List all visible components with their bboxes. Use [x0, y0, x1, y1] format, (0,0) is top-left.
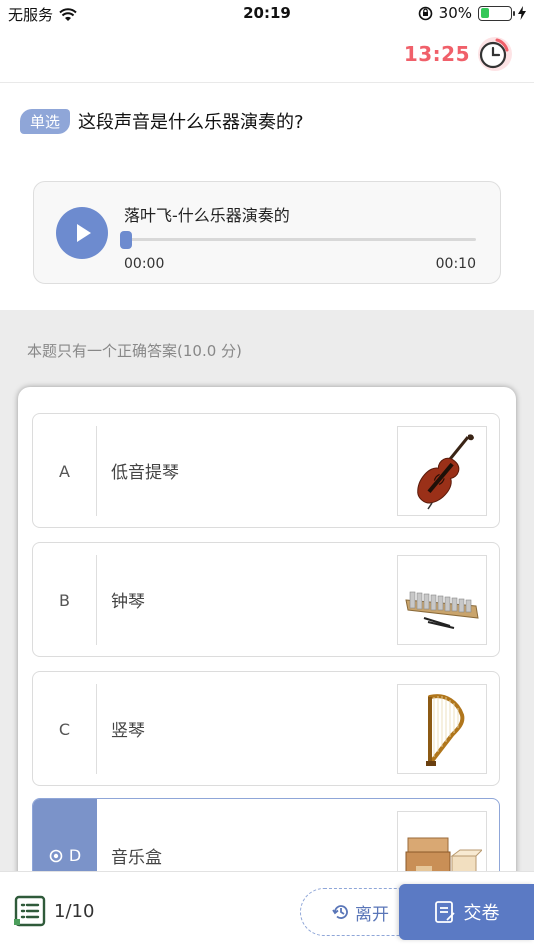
option-c[interactable]: C 竖琴 [32, 671, 500, 786]
harp-image [397, 684, 487, 774]
submit-document-icon [434, 901, 455, 923]
status-right: 30% [418, 4, 526, 22]
audio-current-time: 00:00 [124, 256, 165, 272]
page-indicator: 1/10 [54, 901, 95, 922]
battery-icon [478, 5, 515, 21]
audio-progress-thumb[interactable] [120, 231, 133, 249]
question-list-icon[interactable] [14, 895, 46, 927]
option-letter: B [33, 555, 97, 645]
leave-label: 离开 [355, 904, 389, 925]
option-b[interactable]: B 钟琴 [32, 542, 500, 657]
battery-level [480, 8, 490, 18]
status-bar: 无服务 20:19 30% [0, 0, 534, 28]
orientation-lock-icon [418, 6, 432, 20]
audio-player: 落叶飞-什么乐器演奏的 00:00 00:10 [33, 181, 501, 284]
audio-title: 落叶飞-什么乐器演奏的 [124, 206, 290, 225]
option-letter: D [68, 846, 82, 865]
option-letter: C [33, 684, 97, 774]
option-label: 低音提琴 [111, 463, 179, 483]
bottom-bar: 1/10 离开 交卷 [0, 871, 534, 950]
clock-icon[interactable] [478, 37, 512, 71]
options-card: A 低音提琴 B 钟琴 C 竖琴 D 音乐盒 [18, 387, 516, 887]
option-letter: A [33, 426, 97, 516]
charging-icon [518, 6, 526, 20]
option-a[interactable]: A 低音提琴 [32, 413, 500, 528]
glockenspiel-image [397, 555, 487, 645]
submit-label: 交卷 [463, 903, 500, 924]
option-label: 钟琴 [111, 592, 145, 612]
audio-total-time: 00:10 [435, 256, 476, 272]
question-type-tag: 单选 [20, 108, 71, 134]
battery-percent: 30% [438, 4, 472, 22]
header-divider [0, 82, 534, 83]
question-header: 单选 这段声音是什么乐器演奏的? [20, 108, 304, 134]
submit-button[interactable]: 交卷 [399, 884, 534, 940]
countdown-timer: 13:25 [403, 42, 470, 66]
play-button[interactable] [56, 207, 108, 259]
double-bass-image [397, 426, 487, 516]
audio-progress-track[interactable] [120, 231, 476, 249]
history-icon [332, 905, 348, 919]
option-label: 竖琴 [111, 721, 145, 741]
question-text: 这段声音是什么乐器演奏的? [78, 112, 304, 133]
answer-hint: 本题只有一个正确答案(10.0 分) [27, 342, 242, 360]
radio-selected-icon [49, 849, 63, 862]
